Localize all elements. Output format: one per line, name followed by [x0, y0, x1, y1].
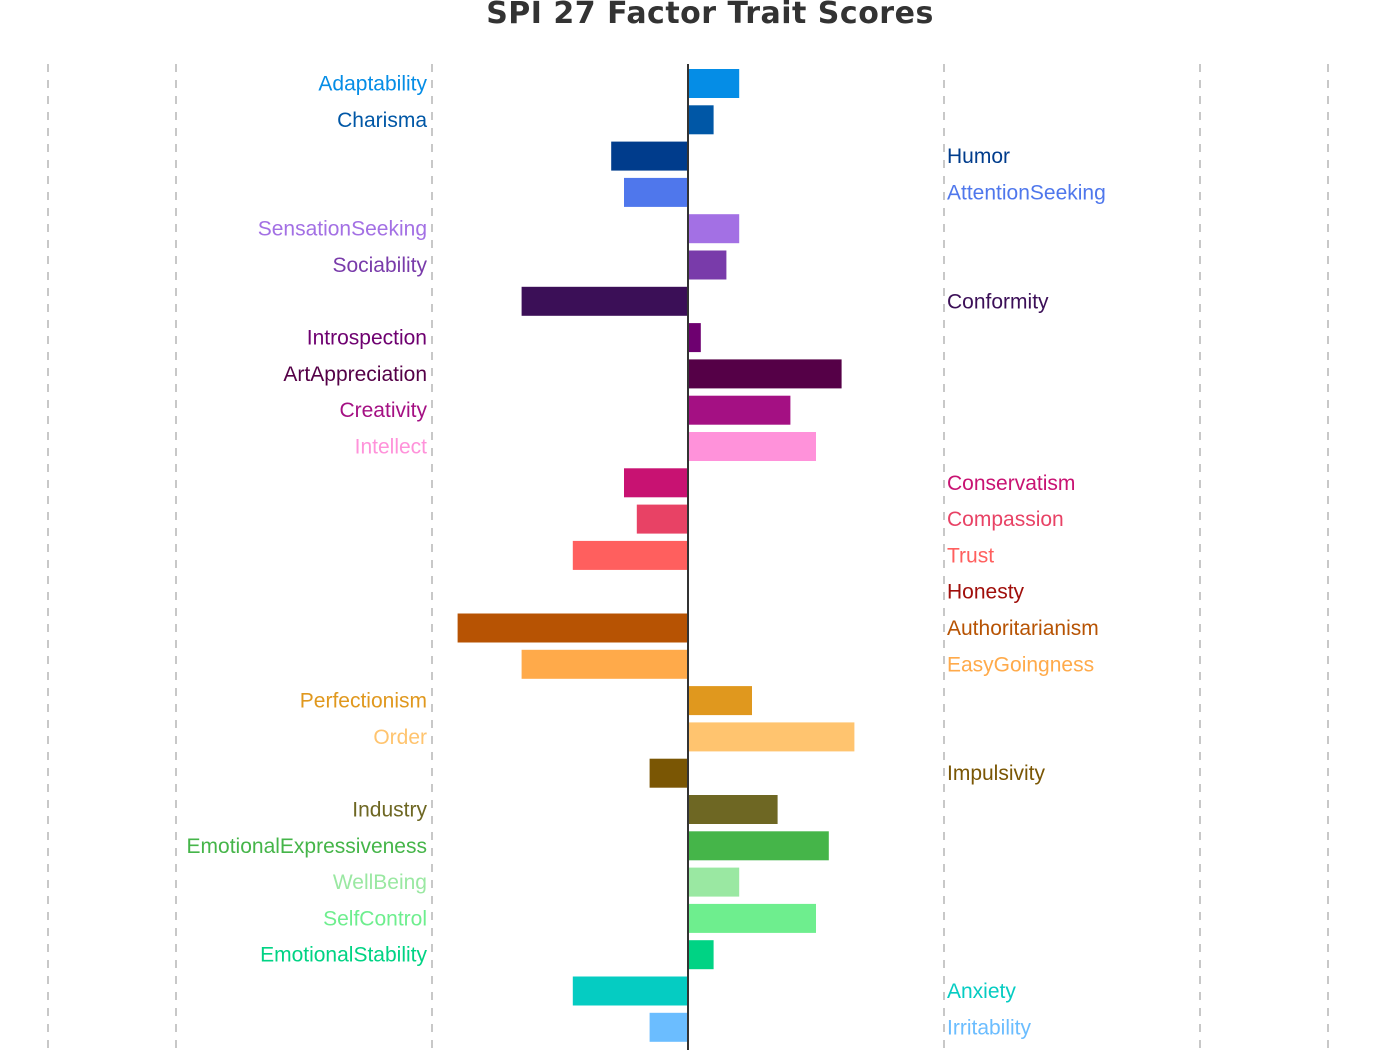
category-label: Authoritarianism: [947, 617, 1099, 640]
bar-emotionalstability: [688, 940, 714, 970]
category-label: Anxiety: [947, 980, 1016, 1003]
category-label: Perfectionism: [300, 690, 427, 713]
category-label: Order: [373, 726, 427, 749]
category-label: Honesty: [947, 581, 1025, 604]
category-label: Conservatism: [947, 472, 1075, 495]
bar-adaptability: [688, 69, 740, 98]
bar-irritability: [649, 1012, 688, 1042]
category-label: Irritability: [947, 1016, 1032, 1039]
category-label: Impulsivity: [947, 762, 1046, 785]
category-label: EmotionalExpressiveness: [187, 835, 427, 858]
category-label: Humor: [947, 145, 1010, 168]
category-label: Creativity: [339, 399, 427, 422]
bar-trust: [572, 540, 688, 570]
category-label: EasyGoingness: [947, 653, 1094, 676]
bar-sociability: [688, 250, 727, 280]
bar-conservatism: [624, 468, 688, 498]
category-label: Industry: [352, 799, 427, 822]
category-label: EmotionalStability: [260, 944, 427, 967]
category-label: SensationSeeking: [258, 218, 427, 241]
category-label: Intellect: [355, 436, 428, 459]
bar-industry: [688, 795, 778, 824]
bar-compassion: [636, 504, 688, 534]
category-label: Compassion: [947, 508, 1064, 531]
bar-selfcontrol: [688, 903, 816, 933]
category-label: Trust: [947, 544, 994, 567]
bar-artappreciation: [688, 359, 842, 389]
category-label: ArtAppreciation: [283, 363, 427, 386]
bar-creativity: [688, 395, 791, 425]
category-label: Charisma: [337, 109, 427, 132]
bar-wellbeing: [688, 867, 740, 897]
bar-anxiety: [572, 976, 688, 1006]
bar-humor: [611, 141, 688, 171]
bar-charisma: [688, 105, 714, 135]
bar-impulsivity: [649, 758, 688, 788]
bar-authoritarianism: [457, 613, 688, 643]
bar-order: [688, 722, 855, 752]
category-label: Adaptability: [318, 73, 427, 96]
bar-intellect: [688, 432, 816, 461]
category-label: Conformity: [947, 290, 1049, 313]
bar-introspection: [688, 323, 701, 353]
bar-emotionalexpressiveness: [688, 831, 829, 861]
bar-conformity: [521, 286, 688, 316]
bar-chart: Adaptability Charisma Humor AttentionSeekin…: [47, 64, 1329, 1050]
category-label: Introspection: [307, 327, 427, 350]
category-label: AttentionSeeking: [947, 181, 1106, 204]
bar-sensationseeking: [688, 214, 740, 244]
bar-attentionseeking: [624, 177, 688, 207]
category-label: Sociability: [332, 254, 427, 277]
bar-easygoingness: [521, 649, 688, 679]
category-label: SelfControl: [323, 907, 427, 930]
category-label: WellBeing: [333, 871, 427, 894]
bar-perfectionism: [688, 686, 752, 716]
